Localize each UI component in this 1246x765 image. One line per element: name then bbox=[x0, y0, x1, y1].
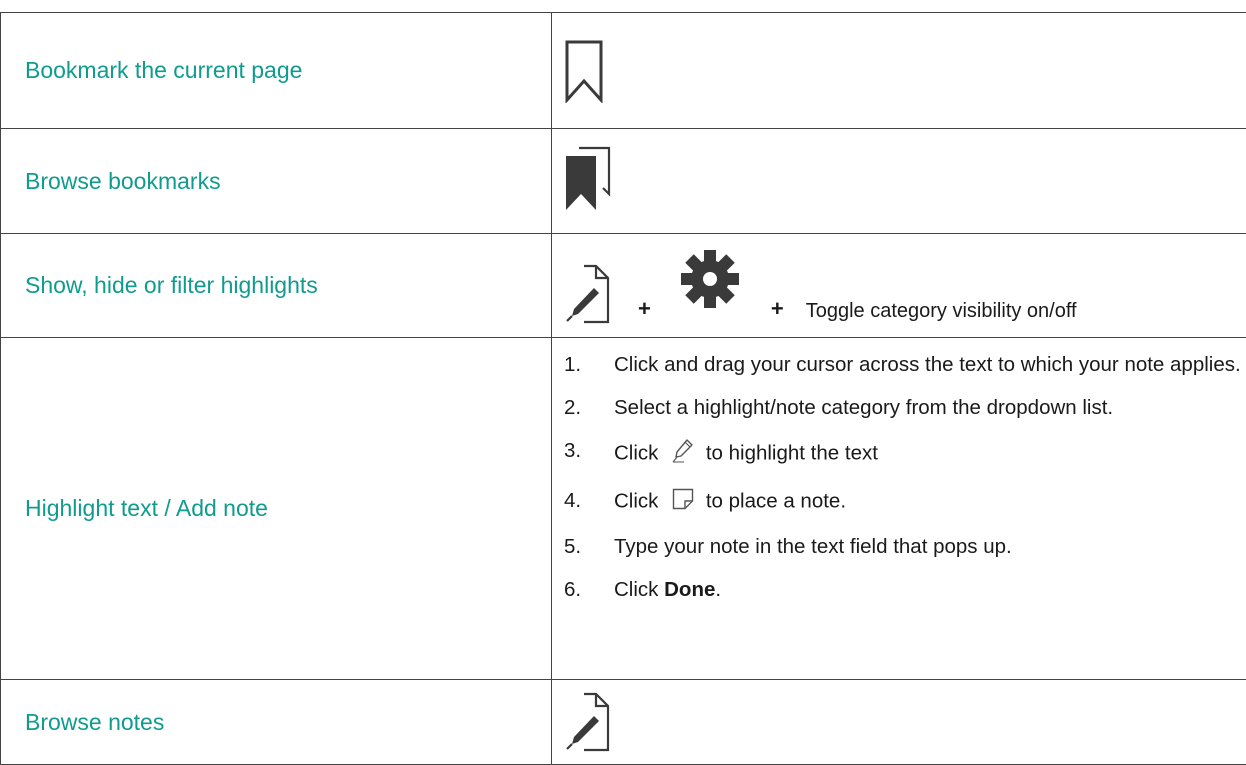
step-text-pre: Click bbox=[614, 489, 659, 513]
row-content-highlights: + + Toggle category visibility on/off bbox=[551, 233, 1246, 338]
step-text-pre: Click bbox=[614, 441, 659, 465]
row-content-bookmark bbox=[551, 12, 1246, 129]
list-item: 5. Type your note in the text field that… bbox=[564, 534, 1246, 559]
highlighter-pen-icon[interactable] bbox=[672, 438, 694, 470]
steps-list: 1. Click and drag your cursor across the… bbox=[564, 352, 1246, 602]
row-content-browse-bookmarks bbox=[551, 128, 1246, 234]
step-number: 6. bbox=[564, 578, 582, 601]
step-number: 1. bbox=[564, 353, 582, 376]
step-number: 3. bbox=[564, 439, 582, 462]
row-label-bookmark: Bookmark the current page bbox=[0, 12, 552, 129]
table-row-bookmark: Bookmark the current page bbox=[0, 12, 1246, 129]
row-label-browse-bookmarks: Browse bookmarks bbox=[0, 128, 552, 234]
list-item: 6. Click Done. bbox=[564, 577, 1246, 602]
row-content-browse-notes bbox=[551, 679, 1246, 765]
step-number: 5. bbox=[564, 535, 582, 558]
step-number: 2. bbox=[564, 396, 582, 419]
bookmarks-stack-icon[interactable] bbox=[564, 146, 612, 212]
table-row-highlights: Show, hide or filter highlights + + Togg… bbox=[0, 233, 1246, 338]
step-text-pre: Click bbox=[614, 578, 659, 601]
step-text-post: . bbox=[715, 578, 722, 601]
table-row-browse-bookmarks: Browse bookmarks bbox=[0, 128, 1246, 234]
row-content-highlight-text: 1. Click and drag your cursor across the… bbox=[551, 337, 1246, 680]
done-label: Done bbox=[664, 578, 716, 601]
step-text: Type your note in the text field that po… bbox=[614, 535, 1012, 558]
step-text-post: to place a note. bbox=[705, 489, 847, 513]
step-number: 4. bbox=[564, 489, 582, 512]
table-row-browse-notes: Browse notes bbox=[0, 679, 1246, 765]
step-text-post: to highlight the text bbox=[705, 441, 878, 465]
table-row-highlight-text: Highlight text / Add note 1. Click and d… bbox=[0, 337, 1246, 680]
highlight-controls: + + Toggle category visibility on/off bbox=[564, 236, 1246, 336]
list-item: 2. Select a highlight/note category from… bbox=[564, 395, 1246, 420]
document-pen-icon[interactable] bbox=[564, 264, 610, 324]
plus-sign: + bbox=[770, 295, 784, 321]
step-text: Click and drag your cursor across the te… bbox=[614, 353, 1241, 376]
document-pen-icon[interactable] bbox=[564, 692, 610, 752]
toggle-visibility-text: Toggle category visibility on/off bbox=[805, 299, 1077, 322]
row-label-highlights: Show, hide or filter highlights bbox=[0, 233, 552, 338]
row-label-highlight-text: Highlight text / Add note bbox=[0, 337, 552, 680]
row-label-browse-notes: Browse notes bbox=[0, 679, 552, 765]
gear-icon[interactable] bbox=[679, 248, 741, 310]
help-table: Bookmark the current page Browse bookmar… bbox=[0, 12, 1246, 765]
plus-sign: + bbox=[638, 295, 651, 321]
note-icon[interactable] bbox=[672, 488, 694, 516]
bookmark-outline-icon[interactable] bbox=[564, 39, 604, 103]
list-item: 3. Click to highlight the text bbox=[564, 438, 1246, 470]
list-item: 4. Click to place a note. bbox=[564, 488, 1246, 516]
list-item: 1. Click and drag your cursor across the… bbox=[564, 352, 1246, 377]
step-text: Select a highlight/note category from th… bbox=[614, 396, 1114, 419]
